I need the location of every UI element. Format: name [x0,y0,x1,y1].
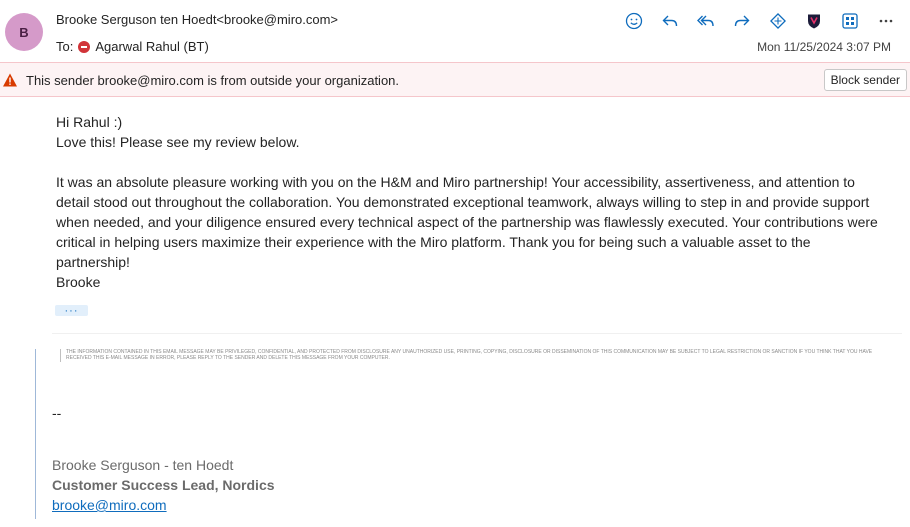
blocked-status-icon [78,40,91,53]
shield-icon [808,14,820,29]
sender-name[interactable]: Brooke Serguson ten Hoedt<brooke@miro.co… [56,12,338,27]
body-line: Love this! Please see my review below. [56,134,300,150]
signature-title: Customer Success Lead, Nordics [52,477,275,493]
message-toolbar [620,8,900,34]
teams-share-icon [770,13,786,29]
block-sender-button[interactable]: Block sender [823,69,907,91]
emoji-button[interactable] [620,8,648,34]
security-addin-button[interactable] [800,8,828,34]
external-sender-banner: This sender brooke@miro.com is from outs… [0,62,910,97]
more-actions-button[interactable] [872,8,900,34]
emoji-icon [625,12,643,30]
body-paragraph: It was an absolute pleasure working with… [56,174,878,270]
warning-text: This sender brooke@miro.com is from outs… [26,73,400,88]
reply-button[interactable] [656,8,684,34]
message-header: B Brooke Serguson ten Hoedt<brooke@miro.… [0,0,910,62]
to-label: To: [56,39,74,54]
greeting: Hi Rahul :) [56,114,123,130]
signature-email-link[interactable]: brooke@miro.com [52,497,167,513]
signature-name: Brooke Serguson - ten Hoedt [52,457,234,473]
signoff: Brooke [56,274,101,290]
recipient-name[interactable]: Agarwal Rahul (BT) [95,39,208,54]
divider [52,333,902,334]
forward-icon [734,15,750,27]
ellipsis-icon: ··· [64,304,79,317]
timestamp: Mon 11/25/2024 3:07 PM [757,40,891,54]
avatar[interactable]: B [5,13,43,51]
signature-separator: -- [52,405,62,421]
share-to-teams-button[interactable] [764,8,792,34]
quote-bar [35,349,36,519]
disclaimer-bar [60,349,61,362]
legal-disclaimer: THE INFORMATION CONTAINED IN THIS EMAIL … [66,349,873,361]
apps-button[interactable] [836,8,864,34]
apps-icon [842,13,858,29]
forward-button[interactable] [728,8,756,34]
more-icon [879,19,893,23]
reply-all-button[interactable] [692,8,720,34]
show-message-history-button[interactable]: ··· [55,305,88,316]
message-body: Hi Rahul :) Love this! Please see my rev… [56,112,886,292]
warning-icon [3,73,17,87]
reply-icon [662,15,678,27]
recipient-row: To: Agarwal Rahul (BT) [56,39,209,54]
reply-all-icon [697,15,714,27]
